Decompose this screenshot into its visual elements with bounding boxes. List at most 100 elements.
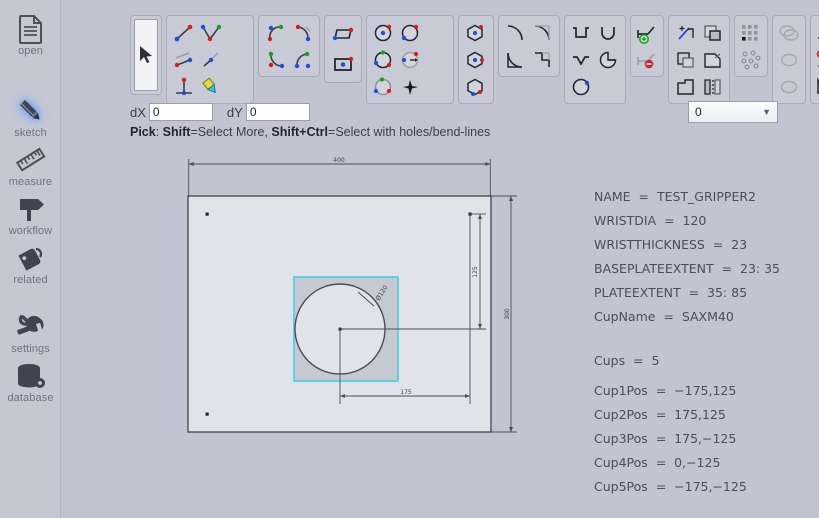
mirror-shape-tool[interactable]: [699, 73, 726, 100]
ellipse-tool-1[interactable]: [776, 19, 802, 46]
pick-text-2: =Select with holes/bend-lines: [328, 125, 490, 139]
sidebar-item-settings[interactable]: settings: [0, 312, 61, 355]
subtract-shape-tool[interactable]: [699, 19, 726, 46]
bend-up-tool[interactable]: [814, 19, 819, 46]
main-toolbar: A a: [130, 15, 819, 104]
dy-label: dY: [227, 105, 243, 120]
line-angle-tool[interactable]: [197, 46, 224, 73]
hexagon-top-tool[interactable]: [462, 19, 489, 46]
fillet-chamfer-tool[interactable]: [529, 19, 556, 46]
toolbar-group-bend: [810, 15, 819, 104]
hexagon-bottom-tool[interactable]: [462, 73, 489, 100]
cup-line: Cups = 5: [594, 349, 819, 373]
circle-diameter-tool[interactable]: [397, 19, 424, 46]
offset-shape-tool[interactable]: [699, 46, 726, 73]
param-line: CupName = SAXM40: [594, 305, 819, 329]
param-line: WRISTTHICKNESS = 23: [594, 233, 819, 257]
point-tool[interactable]: [397, 73, 424, 100]
sidebar-item-sketch[interactable]: sketch: [0, 96, 61, 139]
wrench-icon: [14, 312, 48, 342]
rectangle-center-tool[interactable]: [328, 49, 358, 79]
circle-slot-tool[interactable]: [568, 73, 595, 100]
application-window: open sketch: [0, 0, 819, 518]
pick-status-hint: Pick: Shift=Select More, Shift+Ctrl=Sele…: [130, 125, 490, 139]
width-dimension[interactable]: 400: [189, 157, 491, 196]
cup-line: Cup2Pos = 175,125: [594, 403, 819, 427]
param-line: PLATEEXTENT = 35: 85: [594, 281, 819, 305]
pie-slice-tool[interactable]: [595, 46, 622, 73]
pick-colon: :: [156, 125, 163, 139]
bend-remove-tool[interactable]: [814, 46, 819, 73]
polygon-inscribed-tool[interactable]: [370, 46, 397, 73]
param-line: NAME = TEST_GRIPPER2: [594, 185, 819, 209]
horizontal-offset-label: 175: [400, 389, 412, 396]
cad-drawing-canvas[interactable]: Ø120 400 300: [62, 146, 582, 518]
cup-line: Cup5Pos = −175,−125: [594, 475, 819, 499]
dy-input[interactable]: [246, 103, 310, 121]
layer-select-value: 0: [695, 105, 762, 119]
bend-width-tool[interactable]: [814, 73, 819, 100]
notch-vee-tool[interactable]: [568, 46, 595, 73]
height-dimension-label: 300: [504, 308, 511, 320]
slot-round-tool[interactable]: [595, 19, 622, 46]
sidebar-item-workflow[interactable]: workflow: [0, 194, 61, 237]
param-line: BASEPLATEEXTENT = 23: 35: [594, 257, 819, 281]
combine-shape-tool[interactable]: [672, 73, 699, 100]
circle-three-point-tool[interactable]: [370, 73, 397, 100]
sidebar-item-measure[interactable]: measure: [0, 145, 61, 188]
chevron-down-icon: ▼: [762, 107, 771, 117]
toolbar-group-patterns: [734, 15, 768, 77]
hexagon-mid-tool[interactable]: [462, 46, 489, 73]
fillet-step-tool[interactable]: [529, 46, 556, 73]
ellipse-tool-2[interactable]: [776, 46, 802, 73]
sidebar-item-related[interactable]: related: [0, 243, 61, 286]
circle-center-tool[interactable]: [370, 19, 397, 46]
arc-center-tool[interactable]: [262, 19, 289, 46]
toolbar-group-select: [130, 15, 162, 95]
delta-coordinate-row: dX dY: [130, 103, 324, 121]
arrow-cursor-tool[interactable]: [134, 19, 158, 91]
database-icon: [14, 361, 48, 391]
toolbar-group-fillets: [498, 15, 560, 77]
arc-tangent-tool[interactable]: [262, 46, 289, 73]
sidebar-item-open[interactable]: open: [0, 14, 61, 57]
toolbar-group-addremove: [630, 15, 664, 77]
highlighter-tool[interactable]: [197, 73, 224, 100]
line-parallel-tool[interactable]: [170, 46, 197, 73]
grid-pattern-tool[interactable]: [738, 19, 764, 46]
pencil-icon: [14, 96, 48, 126]
sidebar-item-label: settings: [0, 343, 61, 355]
ellipse-tool-3[interactable]: [776, 73, 802, 100]
toolbar-group-circles: [366, 15, 454, 104]
sidebar-item-database[interactable]: database: [0, 361, 61, 404]
fillet-corner-tool[interactable]: [502, 46, 529, 73]
mount-point-top-left[interactable]: [206, 213, 209, 216]
parameter-readout-panel: NAME = TEST_GRIPPER2 WRISTDIA = 120 WRIS…: [594, 185, 819, 499]
dx-input[interactable]: [149, 103, 213, 121]
line-two-point-tool[interactable]: [170, 19, 197, 46]
snap-point-tool[interactable]: [672, 19, 699, 46]
polyline-tool[interactable]: [197, 19, 224, 46]
line-perpendicular-tool[interactable]: [170, 73, 197, 100]
slot-square-tool[interactable]: [568, 19, 595, 46]
toolbar-group-ellipses: [772, 15, 806, 104]
arc-three-point-tool[interactable]: [289, 46, 316, 73]
cad-drawing-svg: Ø120 400 300: [62, 146, 582, 518]
sidebar-item-label: related: [0, 274, 61, 286]
scatter-pattern-tool[interactable]: [738, 46, 764, 73]
height-dimension[interactable]: 300: [491, 196, 517, 432]
sidebar-item-label: open: [0, 45, 61, 57]
circle-radius-tool[interactable]: [397, 46, 424, 73]
remove-node-tool[interactable]: [634, 46, 660, 73]
document-icon: [14, 14, 48, 44]
arc-endpoints-tool[interactable]: [289, 19, 316, 46]
add-node-tool[interactable]: [634, 19, 660, 46]
fillet-round-tool[interactable]: [502, 19, 529, 46]
union-shape-tool[interactable]: [672, 46, 699, 73]
signpost-icon: [14, 194, 48, 224]
cup-line: Cup3Pos = 175,−125: [594, 427, 819, 451]
rectangle-corner-tool[interactable]: [328, 19, 358, 49]
toolbar-group-rectangles: [324, 15, 362, 83]
layer-select-dropdown[interactable]: 0 ▼: [688, 101, 778, 123]
mount-point-bottom-left[interactable]: [206, 413, 209, 416]
